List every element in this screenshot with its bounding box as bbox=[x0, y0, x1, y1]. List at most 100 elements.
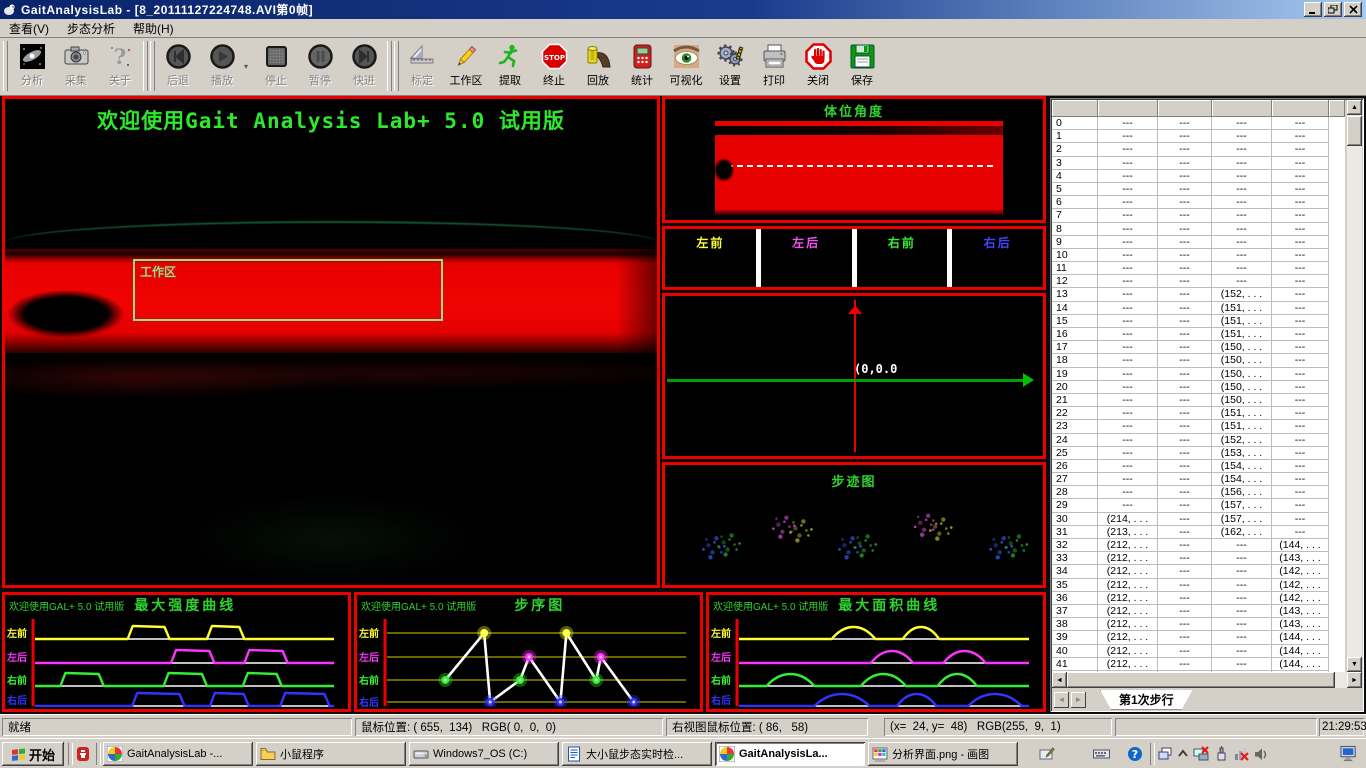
help-icon[interactable]: ? bbox=[1126, 745, 1144, 763]
footprint-panel[interactable]: 步迹图 bbox=[662, 462, 1046, 588]
posture-angle-panel[interactable]: 体位角度 bbox=[662, 96, 1046, 223]
table-row[interactable]: 35(212, . . .------(142, . . . bbox=[1052, 579, 1345, 592]
table-row[interactable]: 26------(154, . . .--- bbox=[1052, 460, 1345, 473]
table-header-cell[interactable] bbox=[1158, 100, 1212, 117]
table-row[interactable]: 36(212, . . .------(142, . . . bbox=[1052, 592, 1345, 605]
quadrant-panel[interactable]: 左前左后右前右后 bbox=[662, 226, 1046, 290]
toolbar-button-camera[interactable]: 采集 bbox=[54, 40, 98, 92]
table-row[interactable]: 9------------ bbox=[1052, 236, 1345, 249]
table-row[interactable]: 29------(157, . . .--- bbox=[1052, 499, 1345, 512]
toolbar-button-stop-square[interactable]: 停止 bbox=[254, 40, 298, 92]
toolbar-button-stop-sign[interactable]: STOP终止 bbox=[532, 40, 576, 92]
v-scrollbar[interactable] bbox=[1347, 100, 1362, 672]
sheet-tab[interactable]: 第1次步行 bbox=[1100, 690, 1193, 710]
task-button-4[interactable]: 大小鼠步态实时检... bbox=[562, 742, 712, 766]
toolbar-button-printer[interactable]: 打印 bbox=[752, 40, 796, 92]
table-row[interactable]: 14------(151, . . .--- bbox=[1052, 302, 1345, 315]
table-row[interactable]: 11------------ bbox=[1052, 262, 1345, 275]
table-row[interactable]: 24------(152, . . .--- bbox=[1052, 434, 1345, 447]
task-button-5[interactable]: GaitAnalysisLa... bbox=[715, 742, 865, 766]
table-row[interactable]: 32(212, . . .------(144, . . . bbox=[1052, 539, 1345, 552]
toolbar-button-film[interactable]: 回放 bbox=[576, 40, 620, 92]
minimize-button[interactable] bbox=[1304, 2, 1322, 17]
table-row[interactable]: 27------(154, . . .--- bbox=[1052, 473, 1345, 486]
max-area-chart[interactable]: 欢迎使用GAL+ 5.0 试用版最大面积曲线左前左后右前右后 bbox=[706, 592, 1046, 712]
scroll-right-button[interactable]: ► bbox=[1347, 672, 1362, 688]
toolbar-button-ruler[interactable]: 标定 bbox=[400, 40, 444, 92]
v-scroll-thumb[interactable] bbox=[1347, 116, 1362, 146]
toolbar-button-pause[interactable]: 暂停 bbox=[298, 40, 342, 92]
task-button-3[interactable]: Windows7_OS (C:) bbox=[409, 742, 559, 766]
task-button-2[interactable]: 小鼠程序 bbox=[256, 742, 406, 766]
table-row[interactable]: 13------(152, . . .--- bbox=[1052, 288, 1345, 301]
table-row[interactable]: 19------(150, . . .--- bbox=[1052, 368, 1345, 381]
toolbar-button-step-back[interactable]: 后退 bbox=[156, 40, 200, 92]
coordinate-panel[interactable]: (0,0.0 bbox=[662, 293, 1046, 459]
table-row[interactable]: 15------(151, . . .--- bbox=[1052, 315, 1345, 328]
table-row[interactable]: 39(212, . . .------(144, . . . bbox=[1052, 631, 1345, 644]
step-sequence-chart[interactable]: 欢迎使用GAL+ 5.0 试用版步序图左前左后右前右后 bbox=[354, 592, 703, 712]
restore-button[interactable] bbox=[1324, 2, 1342, 17]
cascade-windows-icon[interactable] bbox=[1156, 745, 1174, 763]
table-row[interactable]: 38(212, . . .------(143, . . . bbox=[1052, 618, 1345, 631]
table-row[interactable]: 16------(151, . . .--- bbox=[1052, 328, 1345, 341]
task-button-1[interactable]: GaitAnalysisLab -... bbox=[103, 742, 253, 766]
table-row[interactable]: 20------(150, . . .--- bbox=[1052, 381, 1345, 394]
close-button[interactable] bbox=[1344, 2, 1362, 17]
table-row[interactable]: 8------------ bbox=[1052, 223, 1345, 236]
task-button-6[interactable]: 分析界面.png - 画图 bbox=[868, 742, 1018, 766]
workspace-rect[interactable]: 工作区 bbox=[133, 259, 443, 321]
scroll-down-button[interactable]: ▼ bbox=[1347, 657, 1362, 672]
max-intensity-chart[interactable]: 欢迎使用GAL+ 5.0 试用版最大强度曲线左前左后右前右后 bbox=[2, 592, 351, 712]
start-button[interactable]: 开始 bbox=[2, 742, 64, 766]
table-row[interactable]: 37(212, . . .------(143, . . . bbox=[1052, 605, 1345, 618]
table-row[interactable]: 41(212, . . .------(144, . . . bbox=[1052, 658, 1345, 671]
toolbar-button-hand[interactable]: 关闭 bbox=[796, 40, 840, 92]
table-header-cell[interactable] bbox=[1098, 100, 1158, 117]
table-row[interactable]: 4------------ bbox=[1052, 170, 1345, 183]
toolbar-button-galaxy[interactable]: 分析 bbox=[10, 40, 54, 92]
menu-gait-analysis[interactable]: 步态分析 bbox=[58, 18, 124, 39]
table-row[interactable]: 23------(151, . . .--- bbox=[1052, 420, 1345, 433]
table-row[interactable]: 0------------ bbox=[1052, 117, 1345, 130]
table-row[interactable]: 40(212, . . .------(144, . . . bbox=[1052, 645, 1345, 658]
table-row[interactable]: 10------------ bbox=[1052, 249, 1345, 262]
toolbar-button-play[interactable]: 播放 bbox=[200, 40, 244, 92]
table-header-cell[interactable] bbox=[1052, 100, 1098, 117]
table-row[interactable]: 2------------ bbox=[1052, 143, 1345, 156]
usb-device-icon[interactable] bbox=[1212, 745, 1230, 763]
table-row[interactable]: 30(214, . . .---(157, . . .--- bbox=[1052, 513, 1345, 526]
table-row[interactable]: 7------------ bbox=[1052, 209, 1345, 222]
table-header-cell[interactable] bbox=[1212, 100, 1272, 117]
volume-icon[interactable] bbox=[1252, 745, 1270, 763]
toolbar-button-runner[interactable]: 提取 bbox=[488, 40, 532, 92]
toolbar-button-question[interactable]: ?关于 bbox=[98, 40, 142, 92]
quick-launch-icon[interactable] bbox=[74, 745, 92, 763]
table-row[interactable]: 1------------ bbox=[1052, 130, 1345, 143]
toolbar-button-calculator[interactable]: 统计 bbox=[620, 40, 664, 92]
collapse-tray-icon[interactable] bbox=[1174, 745, 1192, 763]
tab-scroll-left[interactable]: ◄ bbox=[1054, 692, 1069, 708]
toolbar-button-save[interactable]: 保存 bbox=[840, 40, 884, 92]
toolbar-button-pencil[interactable]: 工作区 bbox=[444, 40, 488, 92]
table-row[interactable]: 17------(150, . . .--- bbox=[1052, 341, 1345, 354]
menu-view[interactable]: 查看(V) bbox=[0, 18, 58, 39]
keyboard-icon[interactable] bbox=[1092, 745, 1110, 763]
table-header-cell[interactable] bbox=[1272, 100, 1329, 117]
table-row[interactable]: 34(212, . . .------(142, . . . bbox=[1052, 565, 1345, 578]
table-row[interactable]: 25------(153, . . .--- bbox=[1052, 447, 1345, 460]
h-scroll-thumb[interactable] bbox=[1067, 672, 1335, 688]
table-row[interactable]: 33(212, . . .------(143, . . . bbox=[1052, 552, 1345, 565]
taskbar-clock[interactable]: 21:29 2012/2/9 bbox=[1279, 741, 1320, 768]
table-row[interactable]: 28------(156, . . .--- bbox=[1052, 486, 1345, 499]
table-row[interactable]: 12------------ bbox=[1052, 275, 1345, 288]
tab-scroll-right[interactable]: ► bbox=[1071, 692, 1086, 708]
toolbar-button-gears[interactable]: 设置 bbox=[708, 40, 752, 92]
table-row[interactable]: 21------(150, . . .--- bbox=[1052, 394, 1345, 407]
toolbar-button-fast-forward[interactable]: 快进 bbox=[342, 40, 386, 92]
scroll-left-button[interactable]: ◄ bbox=[1052, 672, 1067, 688]
scroll-up-button[interactable]: ▲ bbox=[1347, 100, 1362, 115]
display-settings-icon[interactable] bbox=[1340, 744, 1358, 762]
table-row[interactable]: 5------------ bbox=[1052, 183, 1345, 196]
toolbar-button-eye[interactable]: 可视化 bbox=[664, 40, 708, 92]
